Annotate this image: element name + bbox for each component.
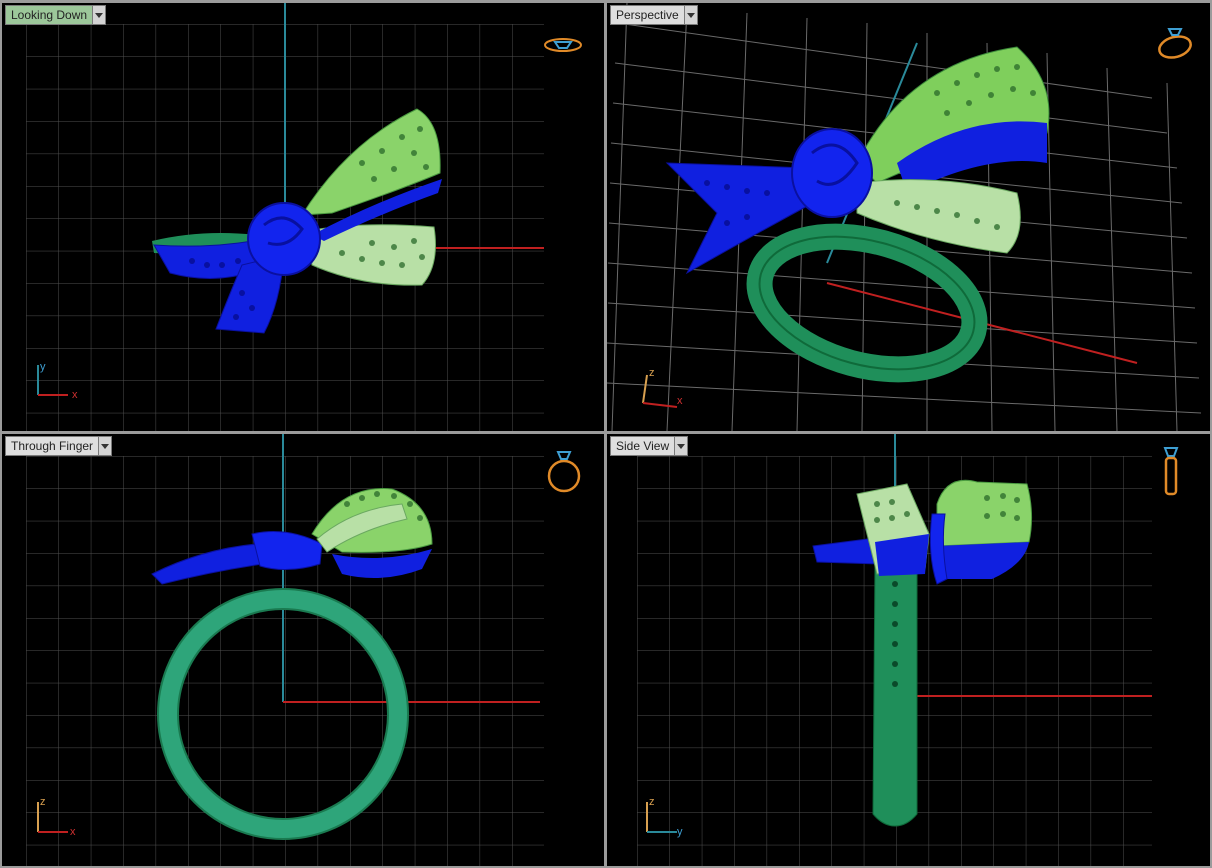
axis-label-horizontal: x [70,826,76,838]
axis-label-vertical: z [40,796,46,808]
viewport-label: Side View [611,437,675,455]
chevron-down-icon[interactable] [683,6,697,24]
side-view-canvas [637,434,1152,866]
bow-knot [791,128,873,218]
viewport-through-finger[interactable]: Through Finger z x [2,434,604,866]
chevron-down-icon[interactable] [92,6,106,24]
ring-perspective-icon[interactable] [1155,23,1195,63]
ring-side-view-icon[interactable] [1159,444,1183,498]
axis-label-vertical: z [649,796,655,808]
grid [26,456,544,866]
viewport-tab-side-view[interactable]: Side View [610,436,689,456]
viewport-tab-perspective[interactable]: Perspective [610,5,698,25]
axis-label-horizontal: x [677,395,683,407]
through-finger-canvas [26,434,544,866]
bow-loop-upper [936,479,1033,547]
chevron-down-icon[interactable] [98,437,112,455]
viewport-tab-through-finger[interactable]: Through Finger [5,436,113,456]
axis-label-vertical: y [40,361,46,373]
perspective-canvas [607,3,1202,431]
viewport-side-view[interactable]: Side View z y [607,434,1210,866]
axis-label-vertical: z [649,367,655,379]
ring-front-view-icon[interactable] [544,446,584,496]
chevron-down-icon[interactable] [674,437,688,455]
looking-down-canvas [26,3,544,431]
ring-top-view-icon[interactable] [542,33,584,57]
viewport-perspective[interactable]: Perspective z x [607,3,1210,431]
four-viewport-layout: Looking Down y x Perspective z x Through… [0,0,1212,868]
viewport-label: Through Finger [6,437,99,455]
viewport-label: Looking Down [6,6,93,24]
viewport-looking-down[interactable]: Looking Down y x [2,3,604,431]
viewport-label: Perspective [611,6,684,24]
viewport-tab-looking-down[interactable]: Looking Down [5,5,107,25]
axis-label-horizontal: y [677,826,683,838]
axis-label-horizontal: x [72,389,78,401]
bow-knot [247,202,321,276]
